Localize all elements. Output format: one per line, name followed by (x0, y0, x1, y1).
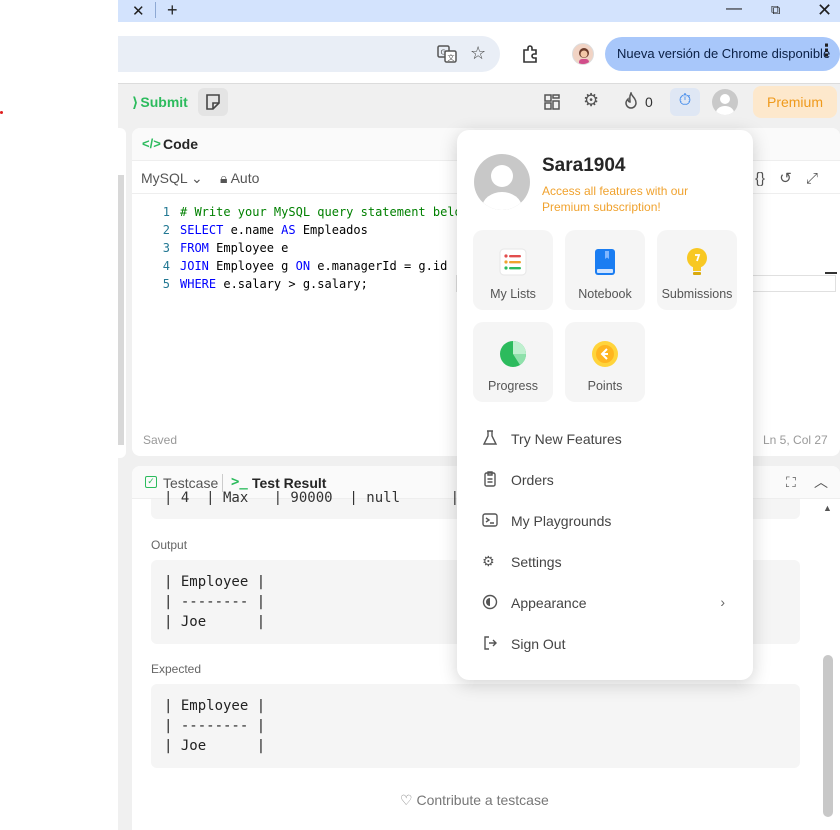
heart-icon: ♡ (400, 792, 413, 808)
minimap-marker (825, 272, 837, 274)
language-value: MySQL (141, 170, 188, 186)
menu-item-try-new-features[interactable]: Try New Features (457, 419, 753, 459)
output-label: Output (151, 538, 188, 552)
svg-text:G: G (441, 49, 446, 57)
window-maximize-button[interactable]: ⧉ (771, 2, 780, 18)
submit-button[interactable]: ⟩ Submit (118, 90, 196, 118)
code-line: 4 JOIN Employee g ON e.managerId = g.id (162, 259, 448, 273)
chrome-menu-icon[interactable]: ⋮ (818, 41, 835, 61)
tile-label: Points (587, 379, 623, 393)
menu-item-label: Orders (511, 472, 554, 488)
auto-mode-label: Auto (230, 170, 260, 186)
orders-icon (484, 471, 496, 487)
gear-icon: ⚙ (482, 553, 495, 569)
submit-label: Submit (140, 94, 188, 110)
language-select[interactable]: MySQL ⌄ (141, 170, 203, 187)
tile-label: Notebook (578, 287, 632, 301)
flask-icon (482, 430, 498, 445)
appearance-icon (482, 594, 498, 610)
menu-item-label: Try New Features (511, 431, 622, 447)
sign-out-icon (484, 636, 497, 650)
timer-button[interactable]: ⏱ (670, 88, 700, 116)
format-braces-icon[interactable]: {} (755, 170, 765, 187)
tab-separator (155, 2, 156, 18)
playground-icon (482, 513, 498, 527)
tile-my-lists[interactable]: My Lists (473, 230, 553, 310)
note-button[interactable] (198, 88, 228, 116)
user-avatar-button[interactable] (712, 89, 738, 115)
contribute-label: Contribute a testcase (416, 792, 549, 808)
streak-count: 0 (645, 94, 653, 110)
menu-item-settings[interactable]: ⚙ Settings (457, 542, 753, 582)
chrome-profile-avatar[interactable] (572, 43, 594, 65)
lightbulb-icon (687, 248, 707, 275)
chrome-update-button[interactable]: Nueva versión de Chrome disponible (605, 37, 840, 71)
saved-status: Saved (143, 433, 178, 447)
note-icon (206, 94, 220, 110)
stopwatch-icon: ⏱ (678, 92, 692, 109)
tile-label: Submissions (661, 287, 733, 301)
test-panel-scrollbar[interactable] (823, 655, 833, 817)
expected-label: Expected (151, 662, 202, 676)
new-tab-button[interactable]: + (167, 0, 178, 21)
code-editor[interactable]: 1 # Write your MySQL query statement belo… (140, 203, 462, 293)
progress-icon (500, 341, 527, 367)
menu-item-my-playgrounds[interactable]: My Playgrounds (457, 501, 753, 541)
tile-points[interactable]: Points (565, 322, 645, 402)
auto-mode-toggle[interactable]: 🔒︎ Auto (220, 170, 259, 187)
cursor-position: Ln 5, Col 27 (763, 433, 828, 447)
menu-item-label: My Playgrounds (511, 513, 612, 529)
lock-icon: 🔒︎ (220, 170, 228, 186)
code-line: 2 SELECT e.name AS Empleados (162, 223, 368, 237)
menu-item-label: Settings (511, 554, 562, 570)
window-close-button[interactable]: ✕ (817, 0, 832, 21)
description-scrollbar[interactable] (118, 175, 124, 445)
menu-item-sign-out[interactable]: Sign Out (457, 624, 753, 664)
svg-text:文: 文 (448, 53, 455, 62)
expected-table: | Employee | | -------- | | Joe | (151, 684, 800, 768)
tab-code[interactable]: Code (163, 136, 198, 152)
menu-item-label: Sign Out (511, 636, 566, 652)
menu-user-avatar[interactable] (474, 154, 530, 210)
extensions-icon[interactable] (520, 44, 540, 64)
left-blank-area (0, 0, 118, 830)
code-icon: </> (142, 136, 161, 151)
menu-item-label: Appearance (511, 595, 587, 611)
scroll-up-arrow[interactable]: ▲ (823, 503, 832, 513)
tile-label: My Lists (490, 287, 536, 301)
tile-notebook[interactable]: Notebook (565, 230, 645, 310)
fullscreen-icon[interactable]: ⤢ (806, 170, 818, 187)
reset-icon[interactable]: ↺ (779, 169, 792, 187)
code-line: 5 WHERE e.salary > g.salary; (162, 277, 368, 291)
window-minimize-button[interactable]: — (726, 0, 742, 18)
translate-icon[interactable]: G 文 (437, 44, 457, 64)
premium-promo-text[interactable]: Access all features with our Premium sub… (542, 183, 722, 215)
notebook-icon (595, 249, 615, 275)
red-dot (0, 111, 3, 114)
streak-fire-icon[interactable] (623, 92, 639, 110)
code-line: 1 # Write your MySQL query statement belo (162, 205, 462, 219)
tab-close-icon[interactable]: ✕ (132, 2, 145, 20)
editor-toolbar: {} ↺ ⤢ (755, 169, 828, 187)
username[interactable]: Sara1904 (542, 155, 625, 177)
bookmark-star-icon[interactable]: ☆ (470, 43, 486, 64)
menu-item-appearance[interactable]: Appearance › (457, 583, 753, 623)
chevron-down-icon: ⌄ (191, 170, 203, 186)
tile-progress[interactable]: Progress (473, 322, 553, 402)
menu-item-orders[interactable]: Orders (457, 460, 753, 500)
settings-gear-icon[interactable]: ⚙ (583, 90, 599, 111)
list-icon (499, 248, 527, 276)
contribute-testcase-link[interactable]: ♡ Contribute a testcase (400, 792, 549, 809)
tile-submissions[interactable]: Submissions (657, 230, 737, 310)
layout-icon[interactable] (543, 93, 561, 111)
code-line: 3 FROM Employee e (162, 241, 289, 255)
upload-icon: ⟩ (132, 94, 139, 110)
chevron-right-icon: › (720, 594, 725, 610)
premium-button[interactable]: Premium (753, 86, 837, 118)
points-icon (592, 341, 618, 367)
tile-label: Progress (487, 379, 539, 393)
